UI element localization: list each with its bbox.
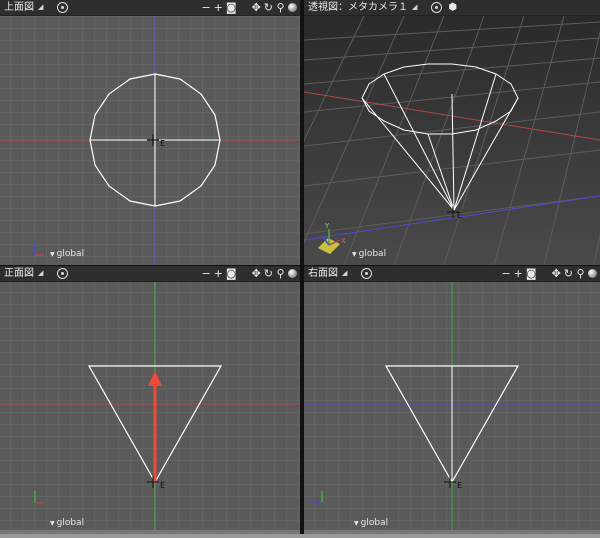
viewport-menu-arrow-icon[interactable]: ◢ bbox=[38, 0, 43, 15]
viewport-top[interactable]: 上面図 ◢ − + ◙ ✥ ↻ ⚲ E ▼ global bbox=[0, 0, 300, 265]
view-tools: − + ◙ ✥ ↻ ⚲ bbox=[201, 0, 300, 15]
zoom-in-icon[interactable]: + bbox=[214, 266, 223, 281]
magnify-icon[interactable]: ⚲ bbox=[276, 0, 285, 15]
status-bar bbox=[0, 534, 600, 538]
magnify-icon[interactable]: ⚲ bbox=[276, 266, 285, 281]
viewport-canvas[interactable]: E bbox=[304, 282, 600, 534]
zoom-in-icon[interactable]: + bbox=[514, 266, 523, 281]
camera-icon[interactable]: ◙ bbox=[226, 266, 237, 281]
display-mode-icon[interactable] bbox=[57, 268, 69, 279]
viewport-right[interactable]: 右面図 ◢ − + ◙ ✥ ↻ ⚲ E ▼ global bbox=[304, 266, 600, 534]
dropdown-arrow-icon: ▼ bbox=[50, 520, 55, 527]
view-tools: − + ◙ ✥ ↻ ⚲ bbox=[201, 266, 300, 281]
viewport-menu-arrow-icon[interactable]: ◢ bbox=[38, 266, 43, 281]
viewport-top-toolbar: 上面図 ◢ − + ◙ ✥ ↻ ⚲ bbox=[0, 0, 300, 16]
coordinate-system-menu[interactable]: ▼ global bbox=[354, 518, 388, 528]
viewport-canvas[interactable]: E bbox=[0, 16, 300, 265]
viewport-menu-arrow-icon[interactable]: ◢ bbox=[342, 266, 347, 281]
display-mode-icon[interactable] bbox=[57, 2, 69, 13]
coordinate-system-menu[interactable]: ▼ global bbox=[50, 249, 84, 259]
svg-text:E: E bbox=[457, 211, 462, 220]
svg-text:E: E bbox=[160, 481, 165, 490]
rotate-icon[interactable]: ↻ bbox=[564, 266, 573, 281]
rotate-icon[interactable]: ↻ bbox=[264, 266, 273, 281]
zoom-in-icon[interactable]: + bbox=[214, 0, 223, 15]
shading-ball-icon[interactable] bbox=[288, 3, 297, 12]
viewport-right-toolbar: 右面図 ◢ − + ◙ ✥ ↻ ⚲ bbox=[304, 266, 600, 282]
camera-icon[interactable]: ◙ bbox=[226, 0, 237, 15]
viewport-title[interactable]: 右面図 bbox=[304, 266, 338, 281]
zoom-out-icon[interactable]: − bbox=[201, 266, 210, 281]
pan-icon[interactable]: ✥ bbox=[252, 0, 261, 15]
pan-icon[interactable]: ✥ bbox=[552, 266, 561, 281]
viewport-title[interactable]: 透視図：メタカメラ１ bbox=[304, 0, 408, 15]
coord-label: global bbox=[358, 249, 387, 259]
rotate-icon[interactable]: ↻ bbox=[264, 0, 273, 15]
viewport-title[interactable]: 上面図 bbox=[0, 0, 34, 15]
display-mode-icon[interactable] bbox=[361, 268, 373, 279]
coordinate-system-menu[interactable]: ▼ global bbox=[50, 518, 84, 528]
zoom-out-icon[interactable]: − bbox=[201, 0, 210, 15]
coord-label: global bbox=[360, 518, 389, 528]
svg-text:E: E bbox=[457, 481, 462, 490]
cube-icon[interactable]: ⬢ bbox=[448, 0, 457, 15]
dropdown-arrow-icon: ▼ bbox=[354, 520, 359, 527]
zoom-out-icon[interactable]: − bbox=[501, 266, 510, 281]
svg-text:E: E bbox=[160, 139, 165, 148]
viewport-splitter-horizontal[interactable] bbox=[0, 265, 600, 266]
coordinate-system-menu[interactable]: ▼ global bbox=[352, 249, 386, 259]
viewport-splitter-vertical[interactable] bbox=[300, 0, 304, 538]
shading-ball-icon[interactable] bbox=[288, 269, 297, 278]
viewport-menu-arrow-icon[interactable]: ◢ bbox=[412, 0, 417, 15]
viewport-front-toolbar: 正面図 ◢ − + ◙ ✥ ↻ ⚲ bbox=[0, 266, 300, 282]
dropdown-arrow-icon: ▼ bbox=[352, 251, 357, 258]
dropdown-arrow-icon: ▼ bbox=[50, 251, 55, 258]
svg-text:Y: Y bbox=[324, 222, 330, 230]
viewport-canvas[interactable]: E bbox=[0, 282, 300, 534]
viewport-perspective[interactable]: 透視図：メタカメラ１ ◢ ⬢ E Y X ▼ global bbox=[304, 0, 600, 265]
camera-icon[interactable]: ◙ bbox=[526, 266, 537, 281]
shading-ball-icon[interactable] bbox=[588, 269, 597, 278]
viewport-title[interactable]: 正面図 bbox=[0, 266, 34, 281]
coord-label: global bbox=[56, 249, 85, 259]
viewport-front[interactable]: 正面図 ◢ − + ◙ ✥ ↻ ⚲ E ▼ global bbox=[0, 266, 300, 534]
coord-label: global bbox=[56, 518, 85, 528]
viewport-canvas[interactable]: E Y X bbox=[304, 16, 600, 265]
view-tools: − + ◙ ✥ ↻ ⚲ bbox=[501, 266, 600, 281]
svg-text:X: X bbox=[341, 237, 346, 245]
display-mode-icon[interactable] bbox=[431, 2, 443, 13]
magnify-icon[interactable]: ⚲ bbox=[576, 266, 585, 281]
viewport-persp-toolbar: 透視図：メタカメラ１ ◢ ⬢ bbox=[304, 0, 600, 16]
pan-icon[interactable]: ✥ bbox=[252, 266, 261, 281]
